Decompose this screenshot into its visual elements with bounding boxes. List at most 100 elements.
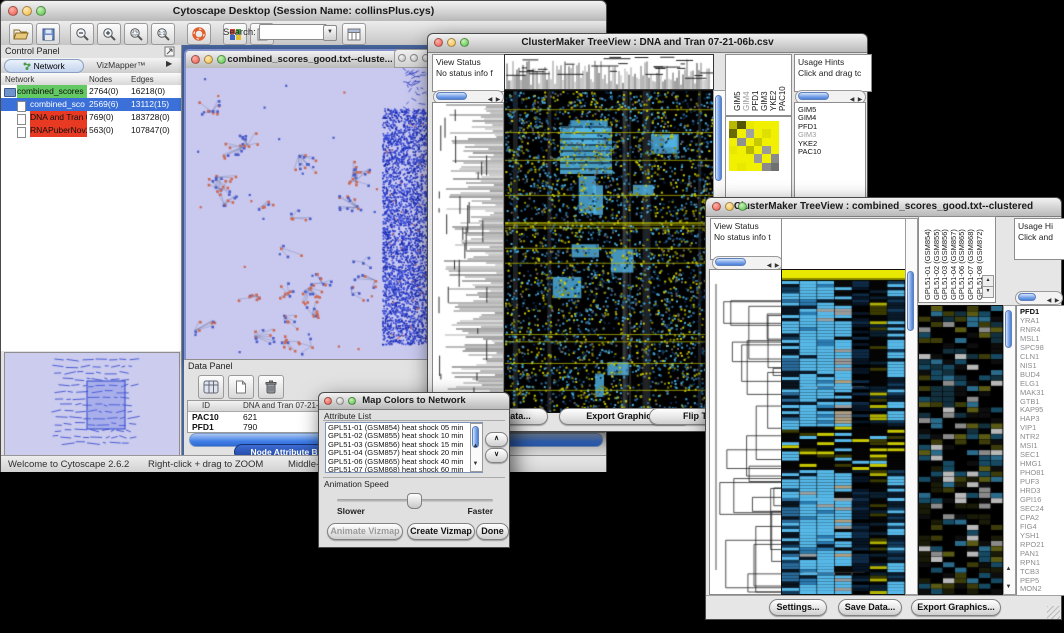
network-table-row[interactable]: combined_sco2569(6)13112(15)	[1, 98, 181, 111]
matrix-cell[interactable]	[729, 138, 737, 146]
matrix-cell[interactable]	[729, 154, 737, 162]
scroll-thumb[interactable]	[907, 271, 914, 331]
search-dropdown-button[interactable]: ▼	[323, 25, 337, 41]
gene-label[interactable]: GTB1	[1020, 397, 1040, 406]
scroll-arrows[interactable]: ◀▶	[848, 91, 864, 101]
zoom-button[interactable]	[348, 397, 356, 405]
gene-label[interactable]: KAP95	[1020, 405, 1043, 414]
close-button[interactable]	[324, 397, 332, 405]
gene-label[interactable]: MAK31	[1020, 388, 1045, 397]
scroll-arrows[interactable]: ▲▼	[471, 434, 480, 470]
minimize-button[interactable]	[447, 38, 456, 47]
matrix-cell[interactable]	[762, 121, 770, 129]
minimize-button[interactable]	[336, 397, 344, 405]
scroll-thumb[interactable]	[715, 258, 746, 266]
resize-grip[interactable]	[1047, 606, 1060, 619]
animation-slider-thumb[interactable]	[407, 493, 422, 509]
matrix-cell[interactable]	[746, 138, 754, 146]
gene-label[interactable]: RPO21	[1020, 540, 1045, 549]
help-button[interactable]	[187, 23, 211, 45]
scroll-thumb[interactable]	[436, 92, 467, 100]
inactive-minimize-button[interactable]	[410, 54, 418, 62]
delete-attribute-button[interactable]	[258, 375, 284, 399]
gene-label[interactable]: ELG1	[1020, 379, 1039, 388]
gene-label[interactable]: BUD4	[1020, 370, 1040, 379]
gene-label[interactable]: PAN1	[1020, 549, 1039, 558]
matrix-cell[interactable]	[771, 154, 779, 162]
matrix-cell[interactable]	[737, 154, 745, 162]
gene-label[interactable]: GPI16	[1020, 495, 1041, 504]
network-table-row[interactable]: combined_scores2764(0)16218(0)	[1, 85, 181, 98]
scroll-arrows[interactable]: ▲▼	[1004, 557, 1013, 593]
treeview1-title-bar[interactable]: ClusterMaker TreeView : DNA and Tran 07-…	[428, 34, 867, 53]
gene-label[interactable]: HRD3	[1020, 486, 1040, 495]
attribute-item[interactable]: GPL51-07 (GSM868) heat shock 60 min	[328, 466, 464, 473]
open-session-button[interactable]	[9, 23, 33, 45]
matrix-cell[interactable]	[754, 154, 762, 162]
float-panel-icon[interactable]	[164, 46, 175, 57]
gene-label[interactable]: RNR4	[1020, 325, 1040, 334]
import-table-button[interactable]	[342, 23, 366, 45]
view-status-scrollbar[interactable]: ◀▶	[712, 256, 783, 270]
close-button[interactable]	[8, 6, 18, 16]
treeview2-title-bar[interactable]: ClusterMaker TreeView : combined_scores_…	[706, 198, 1061, 217]
matrix-cell[interactable]	[746, 146, 754, 154]
gene-label[interactable]: HMG1	[1020, 459, 1042, 468]
gene-label[interactable]: CLN1	[1020, 352, 1039, 361]
move-down-button[interactable]: ∨	[485, 448, 508, 463]
scroll-thumb[interactable]	[1005, 310, 1012, 348]
birdseye-view[interactable]	[4, 352, 180, 460]
export-graphics-button[interactable]: Export Graphics...	[911, 599, 1001, 616]
inactive-close-button[interactable]	[398, 54, 406, 62]
gene-label[interactable]: TCB3	[1020, 567, 1039, 576]
matrix-cell[interactable]	[762, 163, 770, 171]
gene-label[interactable]: PHO81	[1020, 468, 1045, 477]
attribute-select-button[interactable]	[198, 375, 224, 399]
gene-label[interactable]: CPA2	[1020, 513, 1039, 522]
matrix-cell[interactable]	[754, 163, 762, 171]
close-button[interactable]	[434, 38, 443, 47]
dialog-title-bar[interactable]: Map Colors to Network	[319, 393, 509, 410]
network-table-row[interactable]: DNA and Tran 07769(0)183728(0)	[1, 111, 181, 124]
gene-labels-panel[interactable]: PFD1YRA1RNR4MSL1SPC98CLN1NIS1BUD4ELG1MAK…	[1016, 305, 1064, 596]
gene-list-hscrollbar[interactable]: ◀▶	[1015, 291, 1063, 305]
gene-label[interactable]: SEC1	[1020, 450, 1040, 459]
matrix-cell[interactable]	[737, 129, 745, 137]
done-button[interactable]: Done	[476, 523, 509, 540]
gene-label[interactable]: MSL1	[1020, 334, 1040, 343]
close-button[interactable]	[712, 202, 721, 211]
gene-label[interactable]: NTR2	[1020, 432, 1040, 441]
animate-vizmap-button[interactable]: Animate Vizmap	[327, 523, 403, 540]
scroll-down-icon[interactable]: ▼	[471, 459, 480, 469]
scroll-thumb[interactable]	[798, 92, 829, 100]
main-heatmap[interactable]	[504, 90, 714, 413]
gene-label[interactable]: PEP5	[1020, 576, 1039, 585]
matrix-cell[interactable]	[737, 121, 745, 129]
zoom-out-button[interactable]	[70, 23, 94, 45]
matrix-cell[interactable]	[762, 146, 770, 154]
move-up-button[interactable]: ∧	[485, 432, 508, 447]
scroll-thumb[interactable]	[1018, 293, 1036, 301]
gene-label[interactable]: NIS1	[1020, 361, 1037, 370]
row-dendrogram[interactable]	[432, 102, 504, 413]
gene-label[interactable]: VIP1	[1020, 423, 1036, 432]
frame-close-button[interactable]	[191, 55, 200, 64]
main-title-bar[interactable]: Cytoscape Desktop (Session Name: collins…	[1, 1, 606, 22]
search-input[interactable]	[259, 24, 327, 40]
label-scroll-down-button[interactable]: ▼	[982, 286, 994, 298]
matrix-cell[interactable]	[737, 146, 745, 154]
gene-label[interactable]: RPN1	[1020, 558, 1040, 567]
scroll-up-icon[interactable]: ▲	[471, 441, 480, 451]
matrix-cell[interactable]	[746, 121, 754, 129]
zoom-button[interactable]	[36, 6, 46, 16]
matrix-cell[interactable]	[729, 129, 737, 137]
settings-button[interactable]: Settings...	[769, 599, 827, 616]
row-dendrogram[interactable]	[709, 269, 783, 595]
matrix-cell[interactable]	[771, 146, 779, 154]
scroll-arrows[interactable]: ◀▶	[765, 257, 781, 267]
matrix-cell[interactable]	[737, 138, 745, 146]
minimize-button[interactable]	[725, 202, 734, 211]
gene-label[interactable]: PFD1	[1020, 307, 1039, 316]
save-session-button[interactable]	[36, 23, 60, 45]
gene-label[interactable]: FIG4	[1020, 522, 1037, 531]
